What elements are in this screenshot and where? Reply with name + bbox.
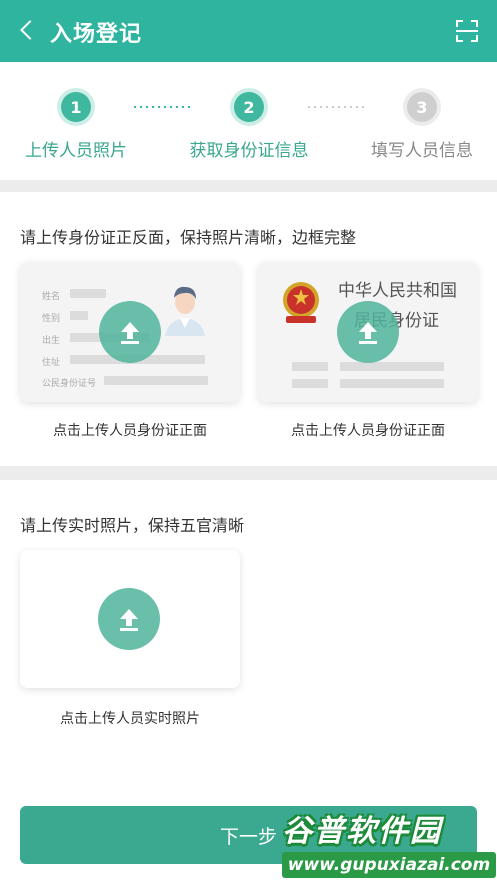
step-3-circle: 3 <box>407 92 437 122</box>
upload-icon[interactable] <box>98 588 160 650</box>
id-bar <box>104 376 208 385</box>
step-1-circle: 1 <box>61 92 91 122</box>
photo-upload-card[interactable] <box>20 550 240 688</box>
id-field-birth: 出生 <box>42 336 61 346</box>
photo-caption[interactable]: 点击上传人员实时照片 <box>20 708 240 728</box>
id-section-title: 请上传身份证正反面，保持照片清晰，边框完整 <box>20 228 357 247</box>
id-bar <box>292 362 328 371</box>
photo-section-title: 请上传实时照片，保持五官清晰 <box>20 516 245 535</box>
id-front-caption[interactable]: 点击上传人员身份证正面 <box>20 420 240 440</box>
page-title: 入场登记 <box>50 22 143 47</box>
national-emblem-icon <box>283 282 319 323</box>
upload-icon[interactable] <box>99 301 161 363</box>
id-bar <box>292 379 328 388</box>
step-connector-1 <box>132 106 190 108</box>
step-2-circle: 2 <box>234 92 264 122</box>
id-back-caption[interactable]: 点击上传人员身份证正面 <box>258 420 478 440</box>
chevron-left-icon[interactable] <box>14 17 40 43</box>
id-bar <box>70 289 106 298</box>
id-bar <box>340 362 444 371</box>
step-indicator: 1 2 3 上传人员照片 获取身份证信息 填写人员信息 <box>0 62 497 180</box>
step-1-label: 上传人员照片 <box>25 141 127 161</box>
app-header: 入场登记 <box>0 0 497 62</box>
watermark-url: www.gupuxiazai.com <box>282 852 496 878</box>
id-field-gender: 性别 <box>42 314 61 324</box>
scan-icon[interactable] <box>455 19 479 43</box>
id-bar <box>70 311 88 320</box>
step-2-label: 获取身份证信息 <box>189 141 309 161</box>
watermark-main: 谷普软件园 <box>282 814 442 849</box>
avatar-portrait-icon <box>160 282 210 336</box>
step-connector-2 <box>306 106 364 108</box>
id-card-section: 请上传身份证正反面，保持照片清晰，边框完整 姓名 性别 出生 住址 公民身份证号 <box>0 192 497 466</box>
id-back-upload-card[interactable]: 中华人民共和国 居民身份证 <box>258 262 478 402</box>
id-bar <box>340 379 444 388</box>
id-field-number: 公民身份证号 <box>42 379 97 389</box>
id-back-country: 中华人民共和国 <box>338 281 457 301</box>
watermark-logo: 谷普软件园 www.gupuxiazai.com <box>272 800 497 883</box>
step-3-label: 填写人员信息 <box>371 141 473 161</box>
id-field-name: 姓名 <box>42 292 61 302</box>
id-front-upload-card[interactable]: 姓名 性别 出生 住址 公民身份证号 <box>20 262 240 402</box>
id-field-address: 住址 <box>42 358 61 368</box>
upload-icon[interactable] <box>337 301 399 363</box>
